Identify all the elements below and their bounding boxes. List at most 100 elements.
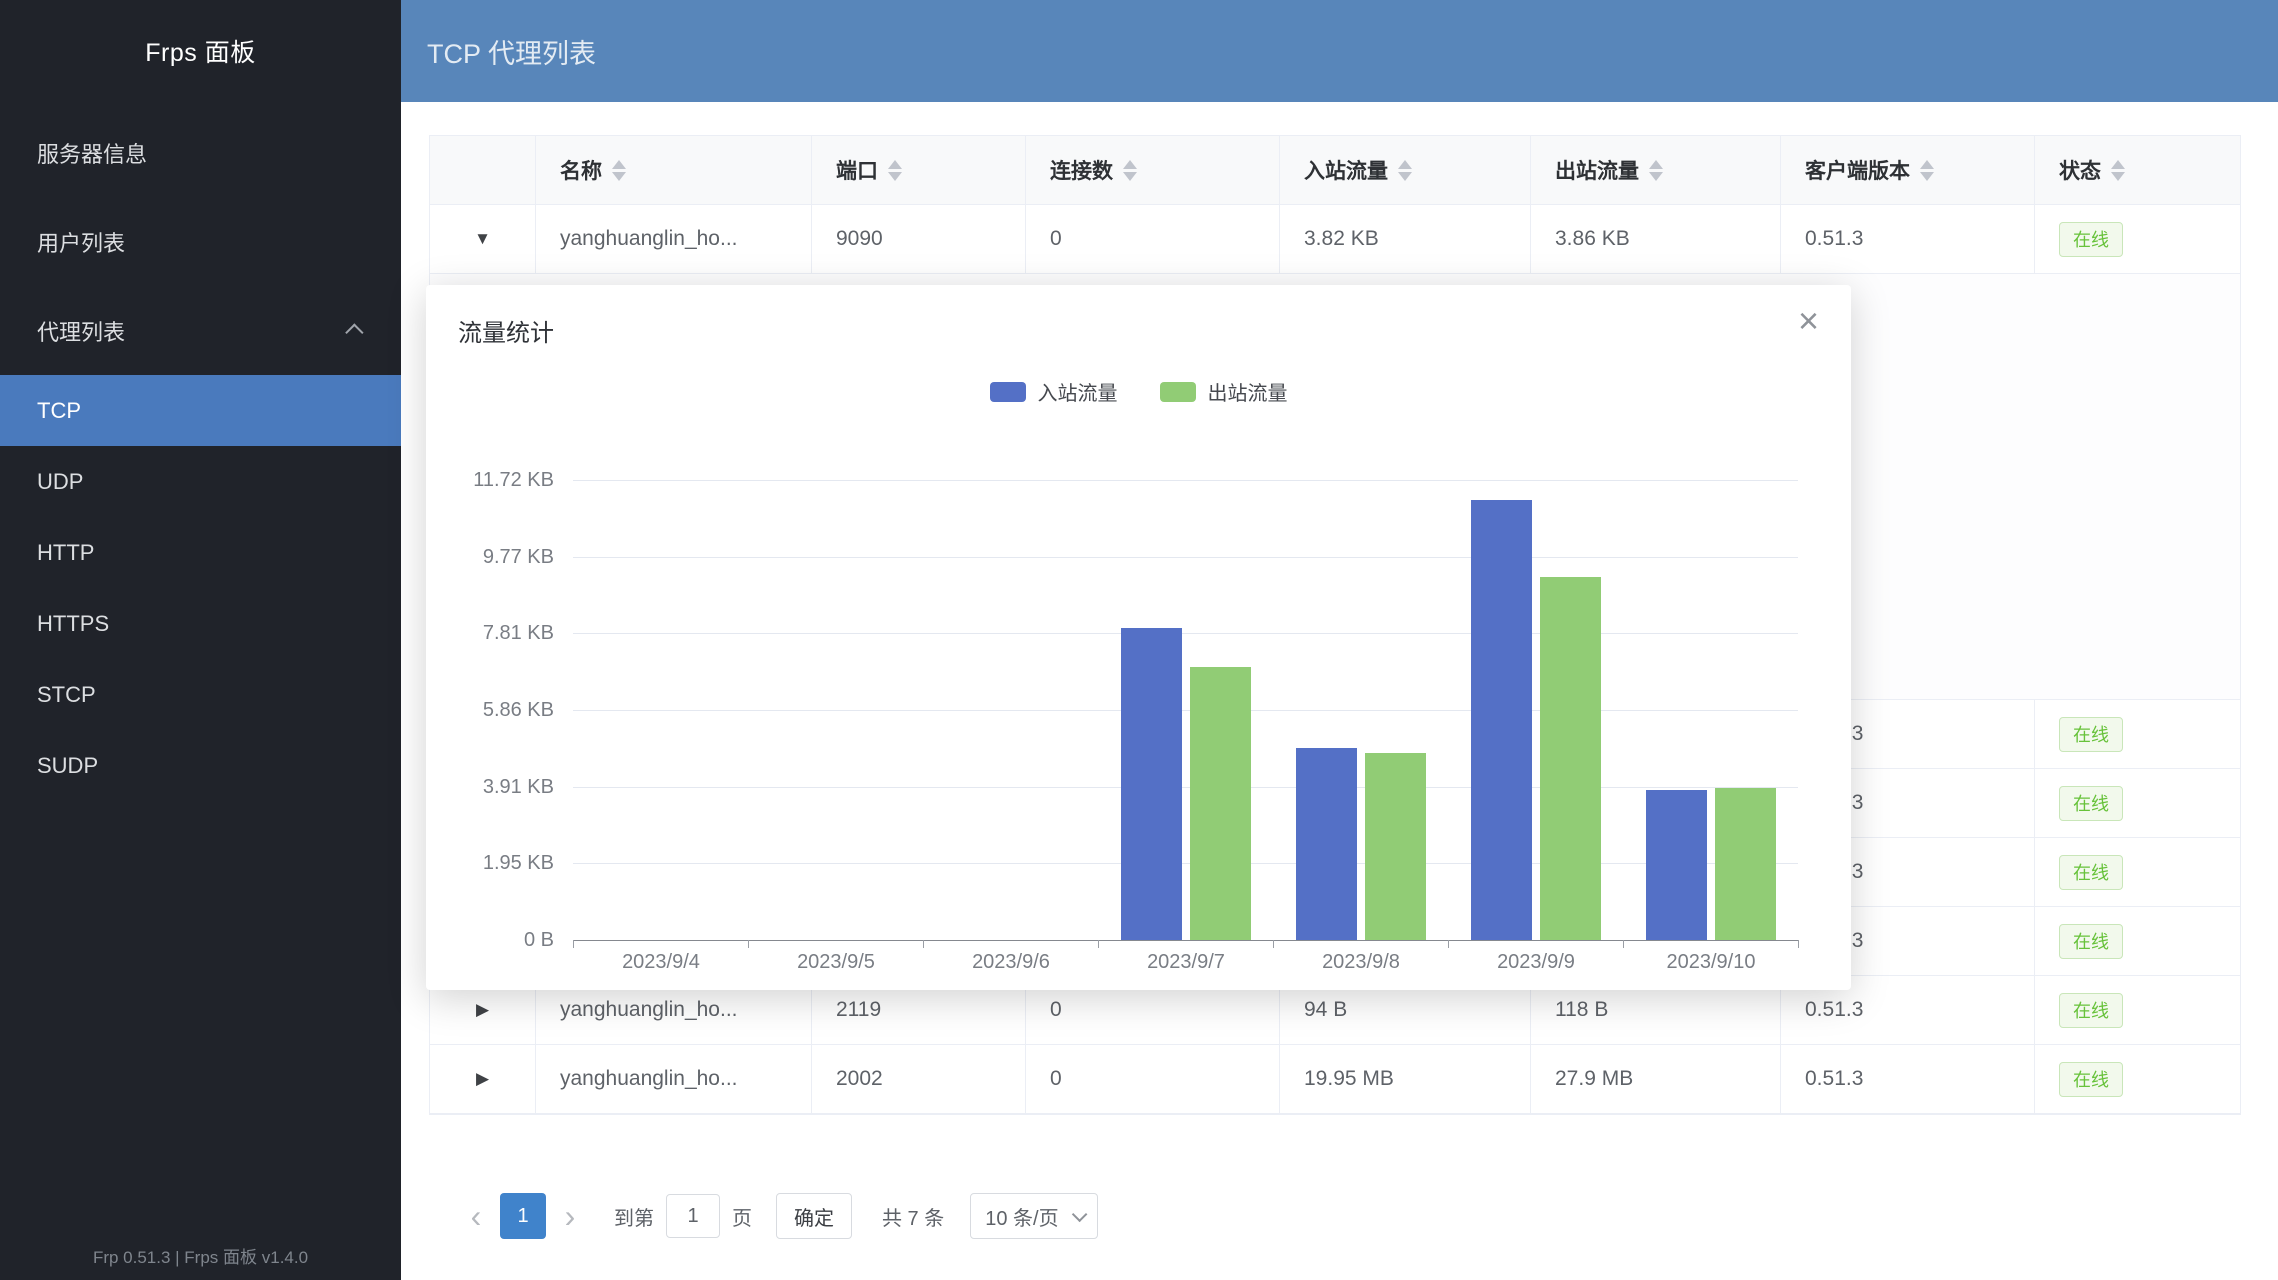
column-label: 状态 <box>2059 155 2101 185</box>
column-header-4[interactable]: 入站流量 <box>1280 136 1531 205</box>
table-header-row: 名称 端口 连接数 入站流量 出站流量 客户端版本状态 <box>430 136 2240 205</box>
page-title: TCP 代理列表 <box>427 32 596 71</box>
sidebar-item-label: 代理列表 <box>37 315 125 347</box>
x-axis-tick <box>1623 940 1624 948</box>
table-row: ▶yanghuanglin_ho...2002019.95 MB27.9 MB0… <box>430 1045 2240 1114</box>
cell: yanghuanglin_ho... <box>536 1045 812 1114</box>
app-title: Frps 面板 <box>0 0 401 102</box>
sidebar-item-sudp[interactable]: SUDP <box>0 730 401 801</box>
cell: 0.51.3 <box>1781 1045 2035 1114</box>
sidebar-footer-version: Frp 0.51.3 | Frps 面板 v1.4.0 <box>0 1243 401 1268</box>
chevron-down-icon <box>1072 1206 1088 1222</box>
cell: 27.9 MB <box>1531 1045 1781 1114</box>
x-axis-tick <box>748 940 749 948</box>
column-header-2[interactable]: 端口 <box>812 136 1026 205</box>
sidebar-item-tcp[interactable]: TCP <box>0 375 401 446</box>
column-label: 出站流量 <box>1555 155 1639 185</box>
column-label: 入站流量 <box>1304 155 1388 185</box>
bar-inbound-2023-9-7 <box>1121 628 1182 940</box>
status-cell: 在线 <box>2035 907 2240 976</box>
x-axis-tick-label: 2023/9/5 <box>748 951 924 974</box>
page-number-button[interactable]: 1 <box>500 1193 546 1239</box>
sidebar-item-label: 服务器信息 <box>37 137 147 169</box>
bar-inbound-2023-9-9 <box>1471 500 1532 940</box>
status-badge: 在线 <box>2059 786 2123 821</box>
x-axis-tick-label: 2023/9/6 <box>923 951 1099 974</box>
prev-page-icon[interactable]: ‹ <box>458 1193 494 1239</box>
status-cell: 在线 <box>2035 769 2240 838</box>
sidebar-item-user-list[interactable]: 用户列表 <box>0 197 401 286</box>
sort-carets-icon <box>1123 160 1137 181</box>
cell: 9090 <box>812 205 1026 274</box>
bar-inbound-2023-9-10 <box>1646 790 1707 940</box>
column-header-expand <box>430 136 536 205</box>
confirm-button[interactable]: 确定 <box>776 1193 852 1239</box>
page-size-select[interactable]: 10 条/页 <box>970 1193 1098 1239</box>
sort-carets-icon <box>888 160 902 181</box>
x-axis-tick <box>573 940 574 948</box>
expand-toggle-icon[interactable]: ▼ <box>430 205 536 274</box>
y-axis-tick-label: 11.72 KB <box>426 466 554 494</box>
sidebar-item-udp[interactable]: UDP <box>0 446 401 517</box>
column-header-6[interactable]: 客户端版本 <box>1781 136 2035 205</box>
column-header-1[interactable]: 名称 <box>536 136 812 205</box>
y-gridline <box>573 710 1798 711</box>
sort-carets-icon <box>1398 160 1412 181</box>
status-badge: 在线 <box>2059 1062 2123 1097</box>
column-label: 名称 <box>560 155 602 185</box>
status-cell: 在线 <box>2035 976 2240 1045</box>
sidebar: Frps 面板 服务器信息 用户列表 代理列表 TCP UDP HTTP HTT… <box>0 0 401 1280</box>
sort-carets-icon <box>1920 160 1934 181</box>
goto-label: 到第 <box>614 1202 654 1231</box>
x-axis-tick-label: 2023/9/4 <box>573 951 749 974</box>
cell: yanghuanglin_ho... <box>536 205 812 274</box>
column-header-5[interactable]: 出站流量 <box>1531 136 1781 205</box>
status-cell: 在线 <box>2035 205 2240 274</box>
y-axis-tick-label: 5.86 KB <box>426 696 554 724</box>
status-badge: 在线 <box>2059 717 2123 752</box>
status-badge: 在线 <box>2059 924 2123 959</box>
cell: 3.82 KB <box>1280 205 1531 274</box>
status-badge: 在线 <box>2059 222 2123 257</box>
chevron-up-icon <box>345 323 363 341</box>
bar-outbound-2023-9-7 <box>1190 667 1251 940</box>
status-badge: 在线 <box>2059 855 2123 890</box>
sort-carets-icon <box>1649 160 1663 181</box>
goto-page-input[interactable] <box>666 1194 720 1238</box>
x-axis-line <box>573 940 1798 941</box>
sidebar-item-server-info[interactable]: 服务器信息 <box>0 108 401 197</box>
column-header-3[interactable]: 连接数 <box>1026 136 1280 205</box>
total-count-label: 共 7 条 <box>882 1202 944 1231</box>
y-axis-tick-label: 1.95 KB <box>426 849 554 877</box>
sidebar-item-stcp[interactable]: STCP <box>0 659 401 730</box>
expand-toggle-icon[interactable]: ▶ <box>430 1045 536 1114</box>
y-gridline <box>573 863 1798 864</box>
sidebar-item-http[interactable]: HTTP <box>0 517 401 588</box>
column-label: 连接数 <box>1050 155 1113 185</box>
column-header-7[interactable]: 状态 <box>2035 136 2240 205</box>
traffic-chart: 0 B1.95 KB3.91 KB5.86 KB7.81 KB9.77 KB11… <box>426 285 1851 990</box>
page-header: TCP 代理列表 <box>401 0 2278 102</box>
page-size-value: 10 条/页 <box>985 1202 1058 1231</box>
column-label: 端口 <box>836 155 878 185</box>
x-axis-tick <box>1273 940 1274 948</box>
sidebar-item-proxy-list[interactable]: 代理列表 <box>0 286 401 375</box>
status-cell: 在线 <box>2035 700 2240 769</box>
cell: 19.95 MB <box>1280 1045 1531 1114</box>
y-axis-tick-label: 7.81 KB <box>426 619 554 647</box>
sort-carets-icon <box>612 160 626 181</box>
bar-outbound-2023-9-10 <box>1715 788 1776 940</box>
x-axis-tick-label: 2023/9/9 <box>1448 951 1624 974</box>
y-axis-tick-label: 9.77 KB <box>426 543 554 571</box>
pagination-bar: ‹ 1 › 到第 页 确定 共 7 条 10 条/页 <box>458 1193 1098 1239</box>
cell: 0 <box>1026 1045 1280 1114</box>
cell: 0 <box>1026 205 1280 274</box>
sidebar-item-https[interactable]: HTTPS <box>0 588 401 659</box>
bar-outbound-2023-9-8 <box>1365 753 1426 940</box>
y-gridline <box>573 787 1798 788</box>
table-row: ▼yanghuanglin_ho...909003.82 KB3.86 KB0.… <box>430 205 2240 274</box>
sidebar-menu: 服务器信息 用户列表 代理列表 TCP UDP HTTP HTTPS STCP … <box>0 102 401 801</box>
traffic-stats-modal: 流量统计 × 入站流量出站流量 0 B1.95 KB3.91 KB5.86 KB… <box>426 285 1851 990</box>
next-page-icon[interactable]: › <box>552 1193 588 1239</box>
x-axis-tick <box>923 940 924 948</box>
